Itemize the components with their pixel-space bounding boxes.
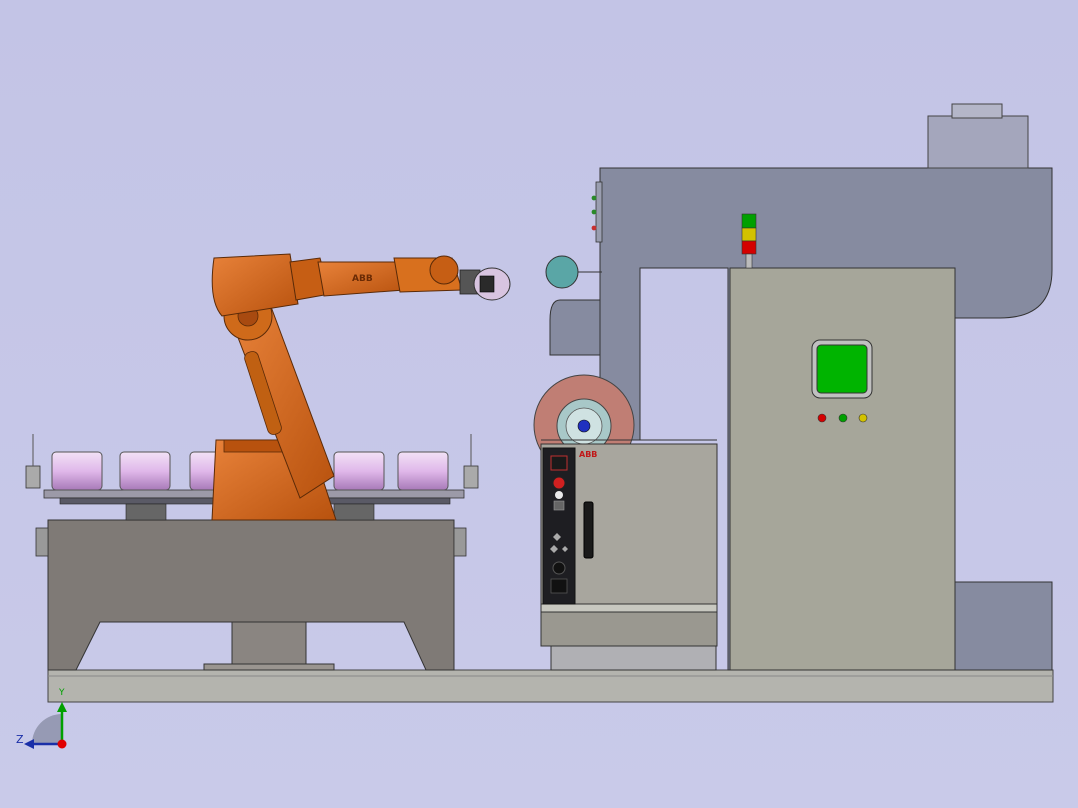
electrical-cabinet: [729, 267, 956, 671]
cad-viewport[interactable]: ABB ABB Y Z: [0, 0, 1078, 808]
robot-controller: ABB: [540, 439, 718, 671]
coordinate-triad: [24, 702, 67, 749]
axis-label-z: Z: [16, 733, 24, 746]
controller-brand-label: ABB: [579, 450, 597, 459]
assembly-drawing[interactable]: ABB ABB: [0, 0, 1078, 808]
base-plate: [47, 669, 1054, 703]
robot-brand-label: ABB: [352, 274, 373, 284]
axis-label-y: Y: [59, 688, 65, 698]
